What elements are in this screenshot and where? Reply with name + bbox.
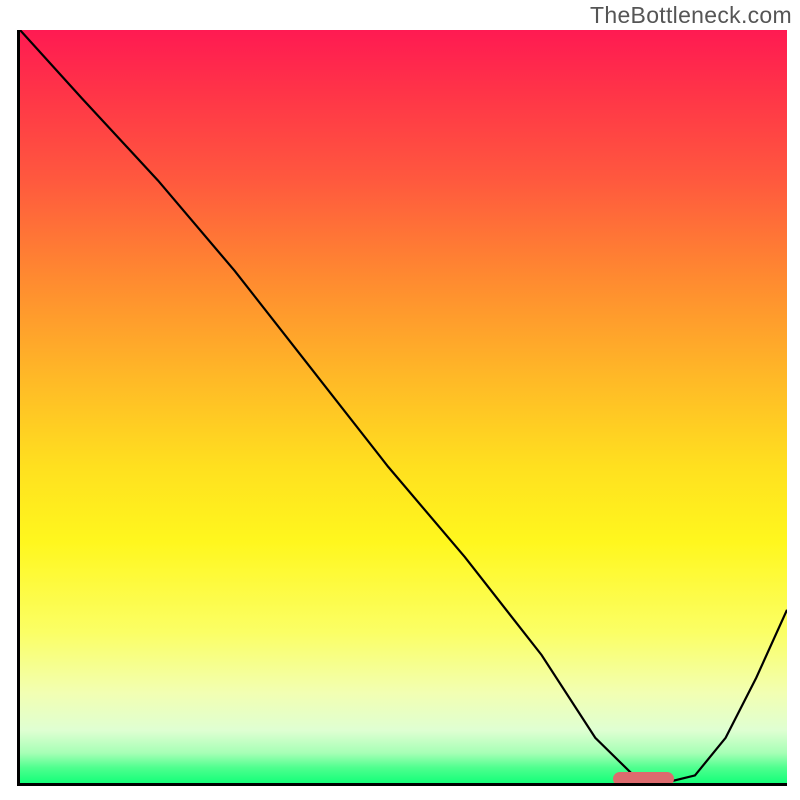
chart-container: TheBottleneck.com bbox=[0, 0, 800, 800]
curve-line bbox=[20, 30, 787, 783]
optimal-marker bbox=[613, 772, 675, 786]
watermark-text: TheBottleneck.com bbox=[590, 2, 792, 29]
plot-area bbox=[17, 30, 787, 786]
